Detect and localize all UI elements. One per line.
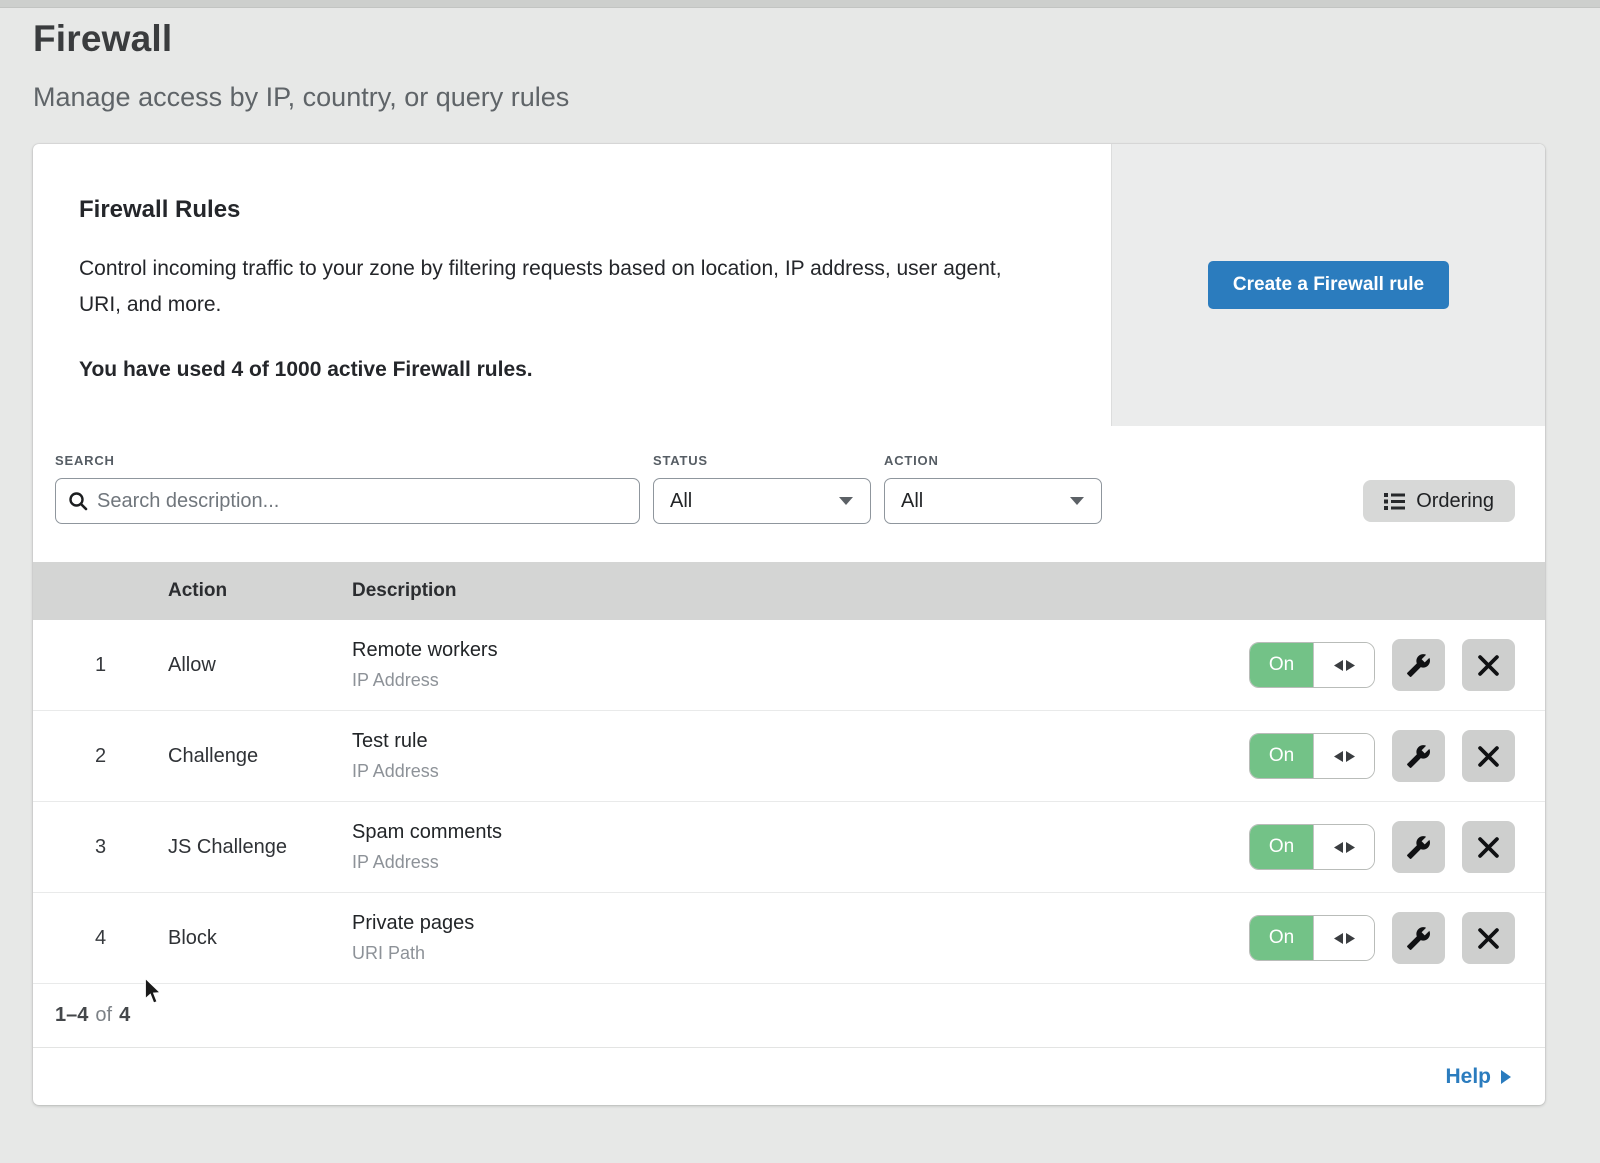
create-rule-panel: Create a Firewall rule [1111,144,1545,426]
action-selected-value: All [901,490,923,513]
close-icon [1478,746,1499,767]
rules-intro-section: Firewall Rules Control incoming traffic … [33,144,1545,426]
toggle-on-label[interactable]: On [1250,734,1313,778]
filters-spacer [1115,453,1350,524]
help-link-label: Help [1445,1065,1491,1089]
chevron-down-icon [838,496,854,506]
delete-rule-button[interactable] [1462,912,1515,964]
pagination-total: 4 [119,1004,130,1027]
help-link[interactable]: Help [1445,1065,1512,1089]
rule-enable-toggle[interactable]: On [1249,733,1375,779]
rule-enable-toggle[interactable]: On [1249,642,1375,688]
ordering-button-label: Ordering [1416,490,1494,513]
edit-rule-button[interactable] [1392,912,1445,964]
edit-rule-button[interactable] [1392,639,1445,691]
rule-action: Challenge [168,745,352,768]
rule-controls: On [1249,639,1545,691]
rules-description: Control incoming traffic to your zone by… [79,251,1039,323]
chevron-down-icon [1069,496,1085,506]
delete-rule-button[interactable] [1462,730,1515,782]
rules-usage-count: You have used 4 of 1000 active Firewall … [79,358,1051,382]
wrench-icon [1406,653,1431,678]
toggle-on-label[interactable]: On [1250,916,1313,960]
table-row: 4 Block Private pages URI Path On [33,893,1545,984]
rule-controls: On [1249,912,1545,964]
action-filter: ACTION All [884,453,1102,524]
status-selected-value: All [670,490,692,513]
column-description: Description [352,580,1545,602]
rule-number: 4 [33,927,168,950]
rules-heading: Firewall Rules [79,196,1051,224]
edit-rule-button[interactable] [1392,821,1445,873]
rule-description-cell: Test rule IP Address [352,730,1249,782]
edit-rule-button[interactable] [1392,730,1445,782]
rule-number: 1 [33,654,168,677]
delete-rule-button[interactable] [1462,639,1515,691]
page-subtitle: Manage access by IP, country, or query r… [33,82,1600,113]
toggle-arrows-icon[interactable] [1313,916,1374,960]
rule-enable-toggle[interactable]: On [1249,824,1375,870]
rule-action: Block [168,927,352,950]
page-header: Firewall Manage access by IP, country, o… [0,8,1600,113]
rule-description: Test rule [352,730,1249,753]
page-title: Firewall [33,18,1600,60]
close-icon [1478,928,1499,949]
pagination-of-label: of [95,1004,112,1027]
rule-controls: On [1249,730,1545,782]
rule-match-type: IP Address [352,852,1249,873]
rule-description: Spam comments [352,821,1249,844]
toggle-on-label[interactable]: On [1250,825,1313,869]
filters-bar: SEARCH STATUS All ACTION All [33,426,1545,562]
rule-description-cell: Remote workers IP Address [352,639,1249,691]
rules-intro-text: Firewall Rules Control incoming traffic … [33,144,1111,426]
close-icon [1478,837,1499,858]
ordered-list-icon [1384,492,1405,510]
ordering-button[interactable]: Ordering [1363,480,1515,522]
wrench-icon [1406,926,1431,951]
action-select[interactable]: All [884,478,1102,524]
search-filter: SEARCH [55,453,640,524]
close-icon [1478,655,1499,676]
table-row: 2 Challenge Test rule IP Address On [33,711,1545,802]
card-footer: Help [33,1048,1545,1105]
search-input[interactable] [97,490,627,513]
rule-match-type: IP Address [352,670,1249,691]
rule-action: Allow [168,654,352,677]
window-top-edge [0,0,1600,8]
search-icon [68,491,88,511]
table-row: 1 Allow Remote workers IP Address On [33,620,1545,711]
action-label: ACTION [884,453,1102,468]
rule-controls: On [1249,821,1545,873]
rule-description: Private pages [352,912,1249,935]
wrench-icon [1406,744,1431,769]
search-box[interactable] [55,478,640,524]
status-label: STATUS [653,453,871,468]
rule-action: JS Challenge [168,836,352,859]
rule-number: 3 [33,836,168,859]
toggle-arrows-icon[interactable] [1313,825,1374,869]
arrow-right-icon [1500,1069,1512,1085]
status-filter: STATUS All [653,453,871,524]
rule-enable-toggle[interactable]: On [1249,915,1375,961]
rule-match-type: IP Address [352,761,1249,782]
rule-match-type: URI Path [352,943,1249,964]
wrench-icon [1406,835,1431,860]
search-label: SEARCH [55,453,640,468]
column-action: Action [168,580,352,602]
status-select[interactable]: All [653,478,871,524]
pagination: 1–4 of 4 [33,984,1545,1048]
pagination-range: 1–4 [55,1004,88,1027]
delete-rule-button[interactable] [1462,821,1515,873]
toggle-on-label[interactable]: On [1250,643,1313,687]
rule-number: 2 [33,745,168,768]
firewall-rules-card: Firewall Rules Control incoming traffic … [33,144,1545,1105]
create-firewall-rule-button[interactable]: Create a Firewall rule [1208,261,1449,309]
rule-description: Remote workers [352,639,1249,662]
toggle-arrows-icon[interactable] [1313,734,1374,778]
rule-description-cell: Spam comments IP Address [352,821,1249,873]
rule-description-cell: Private pages URI Path [352,912,1249,964]
table-row: 3 JS Challenge Spam comments IP Address … [33,802,1545,893]
toggle-arrows-icon[interactable] [1313,643,1374,687]
table-header: Action Description [33,562,1545,620]
